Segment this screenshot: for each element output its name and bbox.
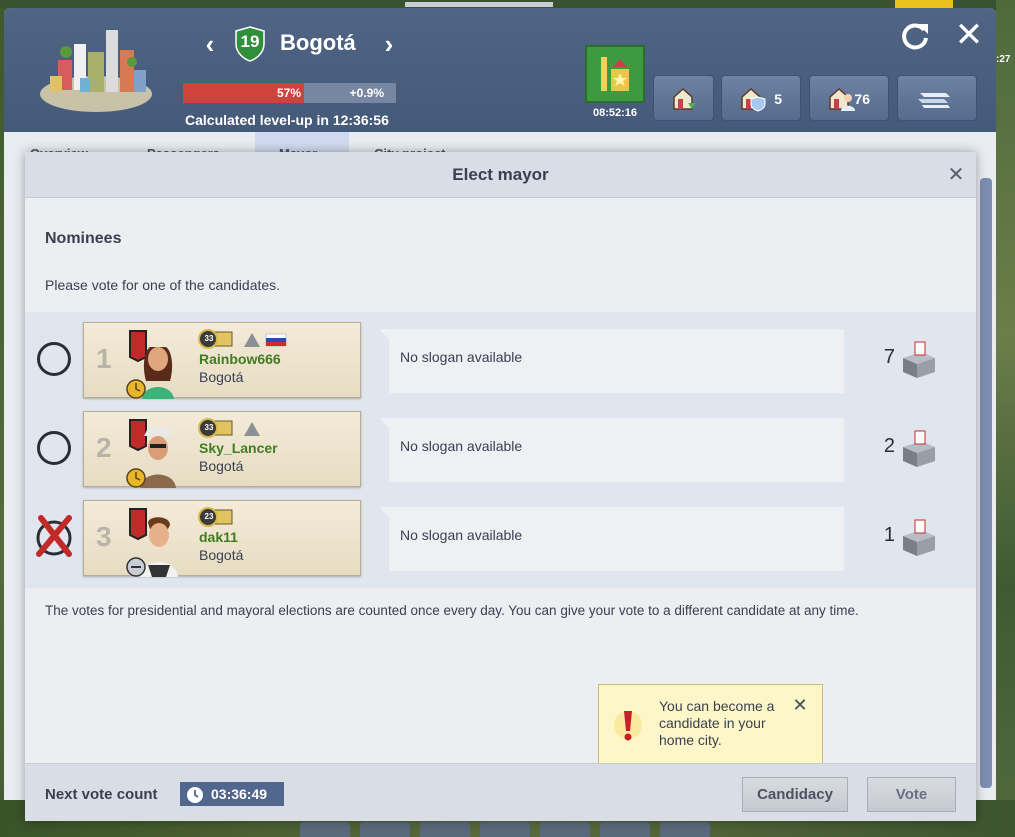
slogan-text: No slogan available <box>400 349 523 365</box>
house-arrow-icon <box>673 87 696 110</box>
bottom-toolbar-icon[interactable] <box>300 822 350 837</box>
vote-button[interactable]: Vote <box>867 777 956 812</box>
next-vote-label: Next vote count <box>45 786 158 803</box>
ballot-box-icon <box>903 341 935 378</box>
house-person-icon <box>829 87 855 111</box>
city-shield-button[interactable]: 5 <box>721 75 801 121</box>
nominee-list: 1 33 Rainbow666 Bogotá No slogan availab… <box>25 312 976 588</box>
stopwatch-icon <box>187 787 203 803</box>
nominee-city: Bogotá <box>199 547 244 563</box>
city-window-scrollbar[interactable] <box>980 178 992 788</box>
next-vote-time: 03:36:49 <box>211 786 268 802</box>
flag-icon <box>244 333 287 347</box>
election-info-text: The votes for presidential and mayoral e… <box>45 603 859 618</box>
mayor-building-icon <box>601 57 629 91</box>
previous-city-button[interactable]: ‹ <box>198 30 222 58</box>
tab-city-project[interactable]: City project <box>366 132 476 154</box>
vote-count: 7 <box>883 346 895 368</box>
nominee-city: Bogotá <box>199 369 244 385</box>
bottom-toolbar-icon[interactable] <box>480 822 530 837</box>
voted-check-icon[interactable] <box>33 514 75 558</box>
nominees-heading: Nominees <box>45 230 122 247</box>
level-badge-number: 33 <box>204 423 214 432</box>
city-level: 19 <box>240 32 260 51</box>
nominee-card[interactable]: 1 33 Rainbow666 Bogotá <box>83 322 361 399</box>
passenger-count: 76 <box>854 91 870 107</box>
nominee-row: 2 33 Sky_Lancer Bogotá No slogan availab… <box>25 409 976 489</box>
game-clock-fragment: :27 <box>996 54 1011 65</box>
level-progress-bar: 57% +0.9% <box>183 83 396 103</box>
vote-radio[interactable] <box>37 342 71 376</box>
nominee-name[interactable]: dak11 <box>199 529 238 545</box>
nominee-name[interactable]: Rainbow666 <box>199 351 281 367</box>
tooltip-text: You can become a candidate in your home … <box>659 698 775 748</box>
vote-count: 2 <box>883 435 895 457</box>
mayor-bonus-button[interactable] <box>585 45 645 103</box>
levelup-time: Calculated level-up in 12:36:56 <box>185 112 389 128</box>
progress-delta: +0.9% <box>349 86 384 100</box>
ballot-box-icon <box>903 519 935 556</box>
bottom-toolbar-icon[interactable] <box>540 822 590 837</box>
game-map-edge <box>996 0 1015 837</box>
level-badge-number: 23 <box>204 512 214 521</box>
refresh-icon[interactable] <box>898 20 932 52</box>
city-residents-button[interactable]: 76 <box>809 75 889 121</box>
avatar <box>126 419 176 488</box>
nominee-slogan: No slogan available <box>379 418 844 482</box>
avatar <box>126 508 178 577</box>
nominee-rank: 2 <box>96 432 112 463</box>
vote-count: 1 <box>883 524 895 546</box>
house-shield-icon <box>741 87 766 112</box>
vote-instruction: Please vote for one of the candidates. <box>45 277 281 293</box>
nominee-rank: 3 <box>96 521 112 552</box>
city-stack-button[interactable] <box>897 75 977 121</box>
dialog-header: Elect mayor ✕ <box>25 152 976 198</box>
candidacy-tooltip: You can become a candidate in your home … <box>598 684 823 773</box>
stack-icon <box>918 93 950 108</box>
city-growth-button[interactable] <box>653 75 714 121</box>
tab-passengers[interactable]: Passengers <box>139 132 239 154</box>
avatar <box>126 330 174 399</box>
next-city-button[interactable]: › <box>377 30 401 58</box>
city-thumbnail-icon <box>40 30 152 112</box>
next-vote-timer: 03:36:49 <box>180 782 284 806</box>
nominee-slogan: No slogan available <box>379 507 844 571</box>
nominee-name[interactable]: Sky_Lancer <box>199 440 278 456</box>
progress-percent: 57% <box>276 86 301 100</box>
tab-overview[interactable]: Overview <box>22 132 112 154</box>
game-top-button[interactable] <box>895 0 953 8</box>
nominee-card[interactable]: 3 23 dak11 Bogotá <box>83 500 361 577</box>
dialog-title: Elect mayor <box>452 165 549 184</box>
tab-mayor[interactable]: Mayor <box>255 132 349 154</box>
candidacy-button[interactable]: Candidacy <box>742 777 848 812</box>
slogan-text: No slogan available <box>400 438 523 454</box>
close-city-window-button[interactable]: ✕ <box>952 18 986 52</box>
slogan-text: No slogan available <box>400 527 523 543</box>
city-name: Bogotá <box>280 30 356 55</box>
bottom-toolbar-icon[interactable] <box>420 822 470 837</box>
game-top-bar <box>405 2 553 7</box>
nominee-city: Bogotá <box>199 458 244 474</box>
level-badge-number: 33 <box>204 334 214 343</box>
ballot-box-icon <box>903 430 935 467</box>
vote-radio[interactable] <box>37 431 71 465</box>
bottom-toolbar-icon[interactable] <box>360 822 410 837</box>
nominee-card[interactable]: 2 33 Sky_Lancer Bogotá <box>83 411 361 488</box>
exclamation-icon <box>614 711 642 741</box>
elect-mayor-dialog: Elect mayor ✕ Nominees Please vote for o… <box>25 152 976 821</box>
close-dialog-button[interactable]: ✕ <box>945 164 967 186</box>
bottom-toolbar-icon[interactable] <box>660 822 710 837</box>
close-tooltip-button[interactable]: ✕ <box>791 696 809 714</box>
bottom-toolbar-icon[interactable] <box>600 822 650 837</box>
nominee-row: 3 23 dak11 Bogotá No slogan available 1 <box>25 498 976 578</box>
achievement-icon <box>244 422 260 436</box>
nominee-rank: 1 <box>96 343 112 374</box>
shield-count: 5 <box>774 91 782 107</box>
nominee-row: 1 33 Rainbow666 Bogotá No slogan availab… <box>25 320 976 400</box>
mayor-bonus-timer: 08:52:16 <box>592 107 638 119</box>
nominee-slogan: No slogan available <box>379 329 844 393</box>
dialog-footer: Next vote count 03:36:49 Candidacy Vote <box>25 763 976 821</box>
